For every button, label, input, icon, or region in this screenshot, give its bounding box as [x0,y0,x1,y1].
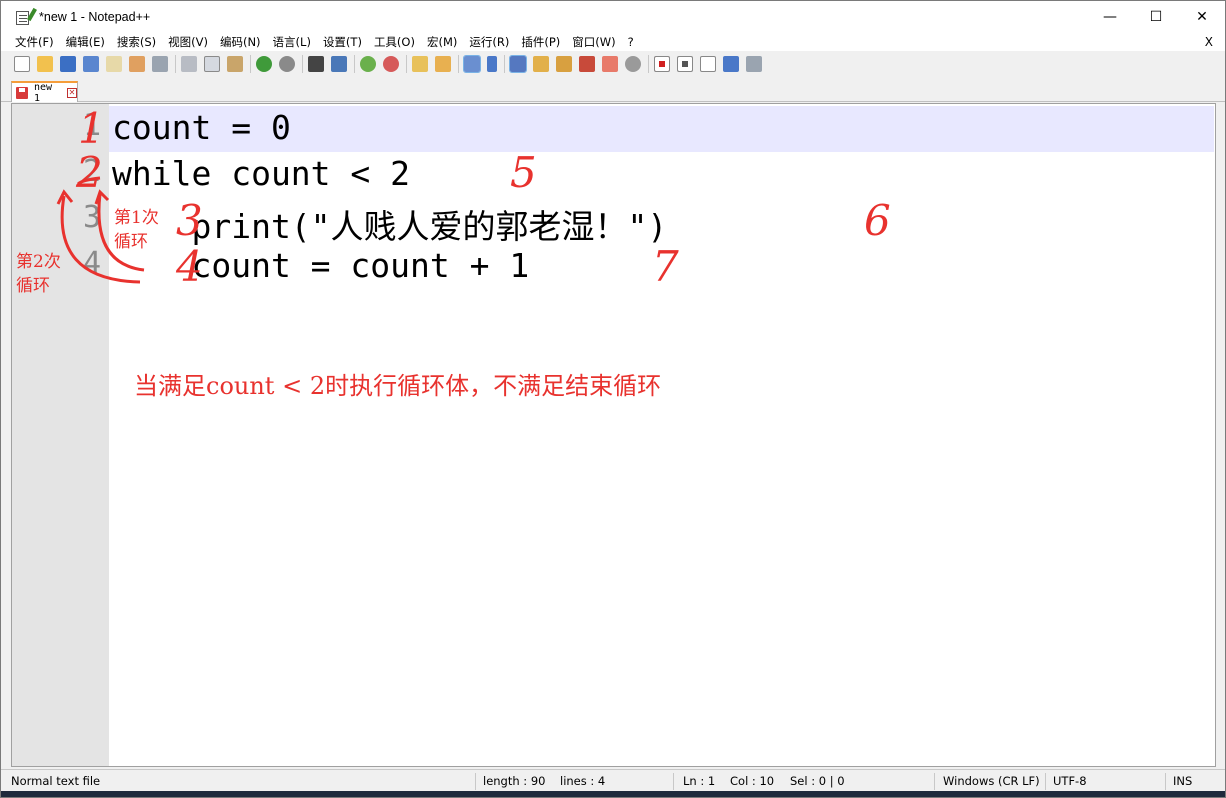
step-number-annotation: 3 [176,196,203,245]
text-editor[interactable]: 1 2 3 4 count = 0 while count < 2 print(… [11,103,1216,767]
status-lines: lines : 4 [560,774,606,788]
step-number-annotation: 5 [510,148,537,197]
sync-vertical-icon[interactable] [412,56,428,72]
step-number-annotation: 6 [864,196,891,245]
status-col: Col : 10 [730,774,775,788]
vertical-scrollbar[interactable] [1216,103,1225,767]
print-icon[interactable] [152,56,168,72]
tab-bar: new 1 ✕ [1,78,1225,104]
menu-help[interactable]: ? [622,35,640,49]
sync-horizontal-icon[interactable] [435,56,451,72]
status-encoding: UTF-8 [1053,774,1087,788]
menu-plugins[interactable]: 插件(P) [515,34,566,50]
word-wrap-icon[interactable] [463,55,481,73]
status-insert-mode: INS [1173,774,1193,788]
menu-macro[interactable]: 宏(M) [421,34,463,50]
window-controls: — ☐ ✕ [1087,1,1225,33]
title-bar: *new 1 - Notepad++ — ☐ ✕ [1,1,1225,33]
maximize-button[interactable]: ☐ [1133,1,1179,33]
open-file-icon[interactable] [37,56,53,72]
menu-bar: 文件(F) 编辑(E) 搜索(S) 视图(V) 编码(N) 语言(L) 设置(T… [1,33,1225,51]
redo-icon[interactable] [279,56,295,72]
step-number-annotation: 2 [76,148,103,197]
menu-run[interactable]: 运行(R) [463,34,515,50]
show-all-chars-icon[interactable] [487,56,497,72]
copy-icon[interactable] [204,56,220,72]
paste-icon[interactable] [227,56,243,72]
status-eol: Windows (CR LF) [943,774,1040,788]
close-window-button[interactable]: ✕ [1179,1,1225,33]
status-file-type: Normal text file [11,774,101,788]
step-number-annotation: 1 [78,104,105,153]
menu-language[interactable]: 语言(L) [267,34,317,50]
doc-map-icon[interactable] [533,56,549,72]
menu-edit[interactable]: 编辑(E) [60,34,111,50]
save-all-icon[interactable] [83,56,99,72]
unsaved-document-icon [16,86,28,99]
notepad-app-icon [15,7,37,26]
minimize-button[interactable]: — [1087,1,1133,33]
indent-guide-icon[interactable] [509,55,527,73]
first-loop-label: 第1次 循环 [114,208,159,252]
zoom-in-icon[interactable] [360,56,376,72]
tab-close-icon[interactable]: ✕ [67,87,77,98]
menu-settings[interactable]: 设置(T) [317,34,368,50]
close-icon[interactable] [106,56,122,72]
tab-new-1[interactable]: new 1 ✕ [11,81,78,104]
tab-label: new 1 [33,81,53,104]
notepadpp-window: *new 1 - Notepad++ — ☐ ✕ 文件(F) 编辑(E) 搜索(… [0,0,1226,798]
undo-icon[interactable] [256,56,272,72]
find-icon[interactable] [308,56,324,72]
close-document-button[interactable]: X [1205,33,1213,51]
replace-icon[interactable] [331,56,347,72]
stop-macro-icon[interactable] [677,56,693,72]
window-title: *new 1 - Notepad++ [39,10,151,24]
status-ln: Ln : 1 [683,774,716,788]
save-icon[interactable] [60,56,76,72]
loop-condition-note: 当满足count < 2时执行循环体，不满足结束循环 [134,372,662,400]
menu-view[interactable]: 视图(V) [162,34,214,50]
cut-icon[interactable] [181,56,197,72]
menu-search[interactable]: 搜索(S) [111,34,162,50]
taskbar-edge [1,791,1225,797]
save-macro-icon[interactable] [746,56,762,72]
menu-encoding[interactable]: 编码(N) [214,34,267,50]
toolbar [1,52,1225,76]
zoom-out-icon[interactable] [383,56,399,72]
folder-workspace-icon[interactable] [579,56,595,72]
second-loop-label: 第2次 循环 [16,252,61,296]
status-bar: Normal text file length : 90 lines : 4 L… [1,769,1225,791]
menu-file[interactable]: 文件(F) [9,34,60,50]
play-macro-icon[interactable] [700,56,716,72]
step-number-annotation: 7 [652,242,679,291]
menu-tools[interactable]: 工具(O) [368,34,421,50]
new-file-icon[interactable] [14,56,30,72]
comment-icon[interactable] [625,56,641,72]
function-list-icon[interactable] [556,56,572,72]
monitoring-icon[interactable] [602,56,618,72]
run-macro-multiple-icon[interactable] [723,56,739,72]
menu-window[interactable]: 窗口(W) [566,34,621,50]
step-number-annotation: 4 [176,242,203,291]
status-sel: Sel : 0 | 0 [790,774,845,788]
close-all-icon[interactable] [129,56,145,72]
status-length: length : 90 [483,774,546,788]
record-macro-icon[interactable] [654,56,670,72]
